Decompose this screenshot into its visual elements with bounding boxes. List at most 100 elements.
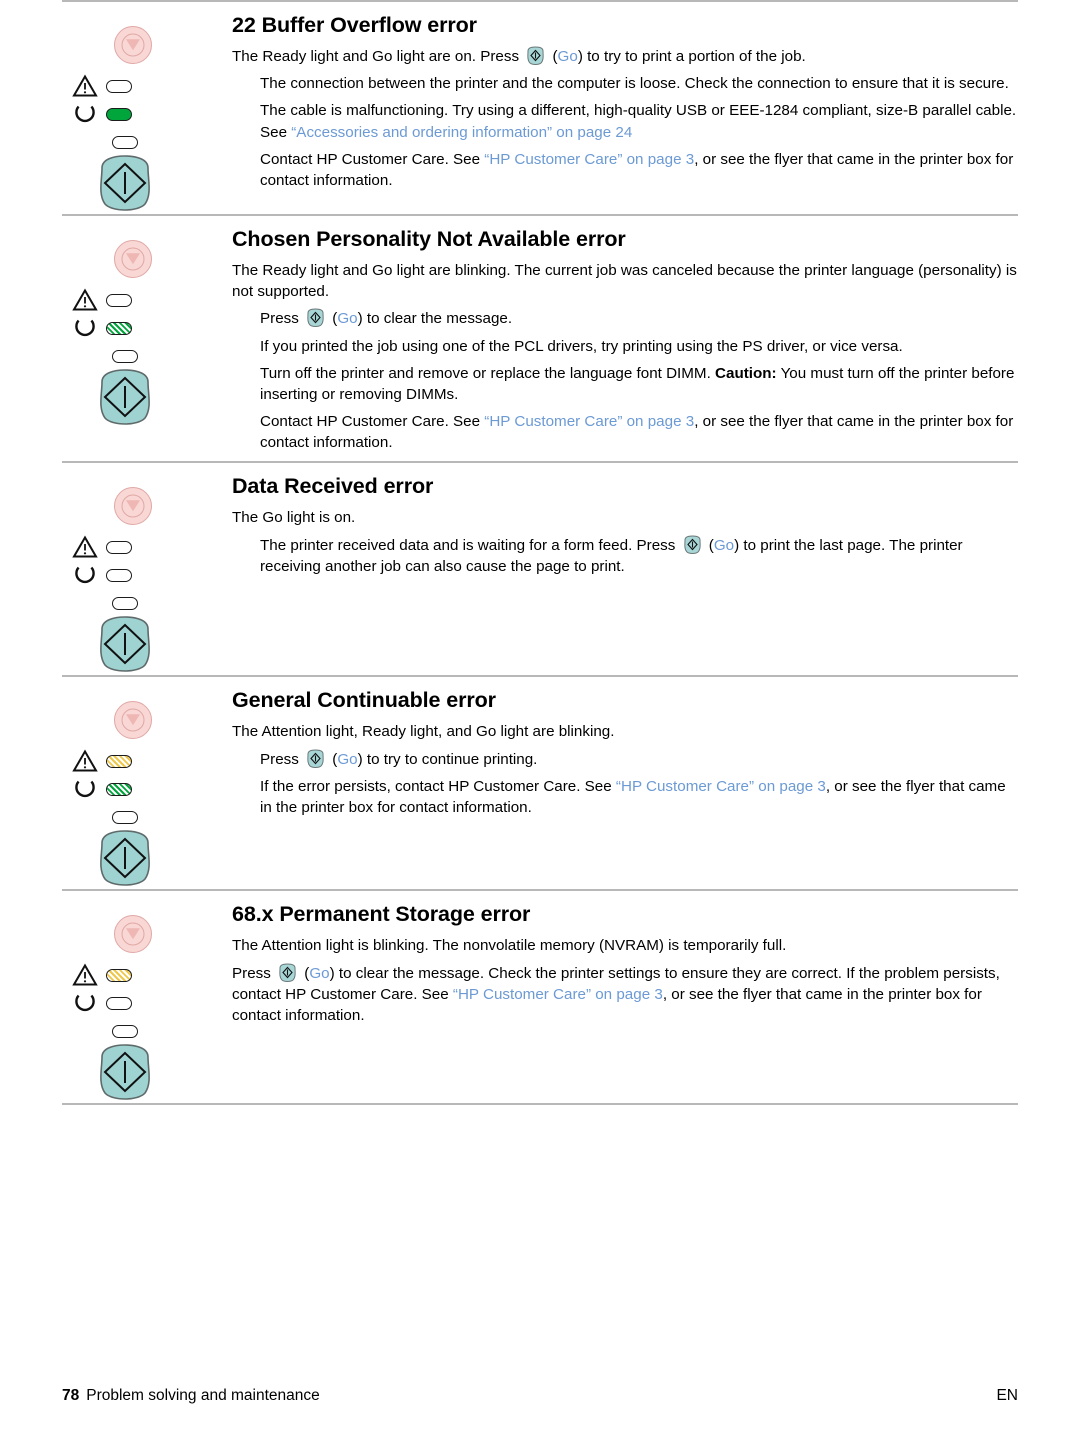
section-divider-bottom [62, 1103, 1018, 1106]
attention-light-row [72, 963, 132, 987]
cross-reference-link[interactable]: Go [337, 751, 357, 768]
control-panel-graphic [68, 913, 198, 1103]
cancel-job-button[interactable] [114, 487, 152, 526]
cross-reference-link[interactable]: Go [714, 537, 734, 554]
text-run: Contact HP Customer Care. See [260, 150, 485, 168]
error-section-chosen-personality-not-available: Chosen Personality Not Available error Th… [62, 216, 1018, 461]
cancel-triangle-icon [126, 39, 140, 51]
cross-reference-link[interactable]: Go [309, 965, 329, 982]
go-button[interactable] [90, 1043, 160, 1101]
cross-reference-link[interactable]: “HP Customer Care” on page 3 [484, 413, 694, 430]
body-paragraph: The Ready light and Go light are blinkin… [232, 260, 1018, 302]
error-sections-list: 22 Buffer Overflow error The Ready light … [62, 0, 1018, 1103]
control-panel-graphic [68, 485, 198, 675]
cancel-job-button[interactable] [114, 915, 152, 954]
go-button-inline-icon [682, 535, 703, 554]
body-paragraph-indented: Press (Go) to try to continue printing. [260, 749, 1018, 770]
ready-circle-icon [75, 105, 95, 123]
control-panel-graphic [68, 24, 198, 214]
error-section-buffer-overflow: 22 Buffer Overflow error The Ready light … [62, 2, 1018, 214]
body-paragraph: The Attention light is blinking. The non… [232, 935, 1018, 956]
text-run: Press [260, 750, 304, 768]
footer-left-group: 78 Problem solving and maintenance [62, 1387, 320, 1405]
cross-reference-link[interactable]: “HP Customer Care” on page 3 [453, 986, 663, 1003]
text-run: If you printed the job using one of the … [260, 337, 903, 355]
attention-triangle-icon [72, 288, 98, 311]
go-button-inline-icon [277, 963, 298, 982]
text-run: ( [328, 750, 338, 768]
attention-light-row [72, 74, 132, 98]
text-run: Press [260, 310, 304, 328]
cross-reference-link[interactable]: “Accessories and ordering information” o… [291, 124, 632, 141]
go-button[interactable] [90, 368, 160, 426]
text-run: Turn off the printer and remove or repla… [260, 364, 716, 382]
go-button-inline-icon [525, 46, 546, 66]
body-paragraph-indented: Contact HP Customer Care. See “HP Custom… [260, 149, 1018, 191]
attention-triangle-icon [72, 535, 98, 558]
cross-reference-link[interactable]: Go [558, 48, 578, 65]
page-footer: 78 Problem solving and maintenance EN [62, 1387, 1018, 1405]
attention-triangle-icon [72, 749, 98, 772]
go-led [112, 597, 138, 611]
cancel-job-button[interactable] [114, 26, 152, 64]
error-title: General Continuable error [232, 688, 496, 713]
text-run: The Ready light and Go light are on. Pre… [232, 48, 524, 66]
go-led [112, 1025, 138, 1039]
error-title: 68.x Permanent Storage error [232, 902, 531, 927]
attention-triangle-icon [72, 74, 98, 97]
go-led [112, 136, 138, 149]
cancel-job-button[interactable] [114, 701, 152, 740]
go-button-icon [100, 1044, 150, 1101]
cancel-triangle-icon [126, 500, 140, 512]
text-run: ) to clear the message. [357, 310, 513, 328]
body-paragraph-indented: Turn off the printer and remove or repla… [260, 363, 1018, 405]
document-page: 22 Buffer Overflow error The Ready light … [0, 0, 1080, 1437]
ready-light-row [72, 563, 132, 587]
ready-led [106, 107, 132, 121]
ready-led [106, 782, 132, 796]
go-button-icon [100, 155, 150, 211]
cross-reference-link[interactable]: Go [337, 310, 357, 327]
text-run: ( [328, 310, 338, 328]
printer-control-panel [62, 2, 232, 214]
go-button[interactable] [90, 154, 160, 212]
text-run: The printer received data and is waiting… [260, 536, 680, 554]
cross-reference-link[interactable]: “HP Customer Care” on page 3 [484, 151, 694, 168]
text-run: The connection between the printer and t… [260, 75, 1009, 93]
text-run: Contact HP Customer Care. See [260, 412, 485, 430]
go-led [112, 811, 138, 825]
go-button[interactable] [90, 829, 160, 887]
body-paragraph-indented: If the error persists, contact HP Custom… [260, 776, 1018, 818]
attention-led [106, 540, 132, 554]
ready-light-row [72, 777, 132, 801]
go-button[interactable] [90, 615, 160, 673]
error-section-general-continuable: General Continuable error The Attention l… [62, 677, 1018, 889]
ready-circle-icon [72, 991, 98, 1015]
attention-led [106, 79, 132, 93]
go-button-inline-icon [305, 308, 326, 328]
cancel-triangle-icon [126, 714, 140, 726]
text-run: ( [300, 964, 310, 982]
cancel-job-button[interactable] [114, 240, 152, 278]
error-section-content: Data Received error The Go light is on. Th… [232, 463, 1018, 585]
footer-chapter-title: Problem solving and maintenance [86, 1387, 320, 1404]
cross-reference-link[interactable]: “HP Customer Care” on page 3 [616, 778, 826, 795]
error-title: 22 Buffer Overflow error [232, 13, 477, 37]
printer-control-panel [62, 891, 232, 1103]
error-section-permanent-storage: 68.x Permanent Storage error The Attentio… [62, 891, 1018, 1103]
printer-control-panel [62, 216, 232, 428]
text-run: If the error persists, contact HP Custom… [260, 777, 616, 795]
text-run: The Go light is on. [232, 509, 356, 527]
go-button-inline-icon [305, 749, 326, 768]
body-paragraph-indented: The connection between the printer and t… [260, 73, 1018, 94]
ready-circle-icon [72, 316, 98, 340]
ready-led [106, 321, 132, 335]
ready-circle-icon [72, 102, 98, 126]
body-paragraph: The Go light is on. [232, 507, 1018, 528]
attention-triangle-icon [72, 749, 98, 773]
error-title: Chosen Personality Not Available error [232, 227, 626, 251]
ready-circle-icon [72, 777, 98, 801]
text-run: ( [704, 536, 714, 554]
attention-triangle-icon [72, 963, 98, 986]
footer-language-code: EN [996, 1387, 1018, 1404]
